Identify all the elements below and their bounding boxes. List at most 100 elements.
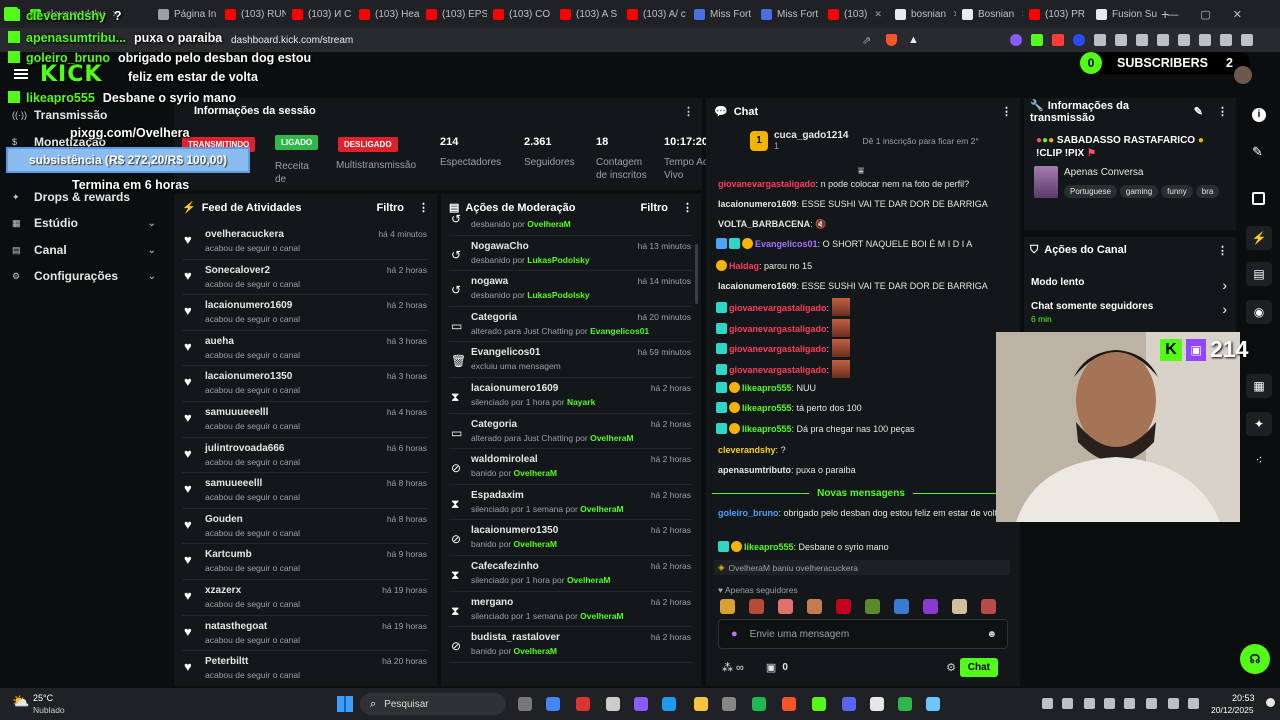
chat-username[interactable]: lacaionumero1609 <box>718 281 797 291</box>
taskbar-app-icon[interactable] <box>898 697 912 711</box>
chat-message[interactable]: giovanevargastaligado: <box>716 360 1010 378</box>
chat-message[interactable]: Evangelicos01: O SHORT NAQUELE BOI É M I… <box>716 238 1010 250</box>
rail-bolt-icon[interactable]: ⚡ <box>1246 226 1272 250</box>
list-item[interactable]: ♥ Peterbiltt acabou de seguir o canal há 20… <box>174 651 437 686</box>
tag-pill[interactable]: funny <box>1161 185 1193 198</box>
moderation-row[interactable]: ⧗ mergano silenciado por 1 semana por Ovel… <box>441 592 701 628</box>
browser-tab[interactable]: Fusion Su✕ <box>1090 0 1157 28</box>
list-item[interactable]: ♥ samuuueeelll acabou de seguir o canal há … <box>174 402 437 438</box>
chat-username[interactable]: giovanevargastaligado <box>729 365 827 375</box>
browser-tab[interactable]: Miss Fort✕ <box>688 0 755 28</box>
list-item[interactable]: ♥ aueha acabou de seguir o canal há 3 horas <box>174 331 437 367</box>
list-item[interactable]: ♥ lacaionumero1350 acabou de seguir o cana… <box>174 366 437 402</box>
taskbar-app-icon[interactable] <box>752 697 766 711</box>
chat-username[interactable]: lacaionumero1609 <box>718 199 797 209</box>
tray-icon[interactable] <box>1042 698 1053 709</box>
channel-action-item[interactable]: Chat somente seguidores 6 min › <box>1031 301 1227 324</box>
moderation-row[interactable]: ▭ Categoria alterado para Just Chatting po… <box>441 414 701 450</box>
chat-message[interactable]: likeapro555: Desbane o syrio mano <box>718 541 1010 553</box>
more-icon[interactable]: ⋮ <box>1001 105 1012 118</box>
list-item[interactable]: ♥ lacaionumero1609 acabou de seguir o cana… <box>174 295 437 331</box>
tag-pill[interactable]: gaming <box>1119 185 1159 198</box>
browser-tab[interactable]: (103) ✕ <box>822 0 889 28</box>
list-item[interactable]: ♥ natasthegoat acabou de seguir o canal há … <box>174 616 437 652</box>
rail-tool-icon[interactable]: ✦ <box>1246 412 1272 436</box>
chat-settings-icon[interactable]: ⚙ <box>946 661 956 674</box>
chat-message[interactable]: giovanevargastaligado: <box>716 339 1010 357</box>
list-item[interactable]: ♥ Kartcumb acabou de seguir o canal há 9 ho… <box>174 544 437 580</box>
list-item[interactable]: ♥ ovelheracuckera acabou de seguir o canal… <box>174 224 437 260</box>
moderation-row[interactable]: ⧗ Espadaxim silenciado por 1 semana por Ov… <box>441 485 701 521</box>
tray-icon[interactable] <box>1062 698 1073 709</box>
browser-tab[interactable]: Bosnian✕ <box>956 0 1023 28</box>
chat-message[interactable]: likeapro555: NUU <box>716 382 1010 394</box>
taskbar-app-icon[interactable] <box>842 697 856 711</box>
tag-pill[interactable]: bra <box>1195 185 1220 198</box>
chat-message[interactable]: VOLTA_BARBACENA: 🔇 <box>718 218 1010 230</box>
moderation-row[interactable]: ⊘ waldomiroleal banido por OvelheraM há 2 h… <box>441 449 701 485</box>
taskbar-app-icon[interactable] <box>634 697 648 711</box>
window-controls[interactable]: —▢✕ <box>1167 8 1264 21</box>
support-button[interactable]: ☊ <box>1240 644 1270 674</box>
browser-tab[interactable]: (103) EPS✕ <box>420 0 487 28</box>
chat-message[interactable]: likeapro555: Dá pra chegar nas 100 peças <box>716 423 1010 435</box>
tray-icon[interactable] <box>1084 698 1095 709</box>
scrollbar[interactable] <box>695 244 698 304</box>
taskbar-search[interactable]: ⌕ Pesquisar <box>360 693 506 715</box>
taskbar-app-icon[interactable] <box>722 697 736 711</box>
more-icon[interactable]: ⋮ <box>418 202 429 214</box>
chat-username[interactable]: giovanevargastaligado <box>729 303 827 313</box>
tray-icon[interactable] <box>1146 698 1157 709</box>
category-name[interactable]: Apenas Conversa <box>1064 167 1144 178</box>
emote-button[interactable] <box>807 599 822 614</box>
chat-message[interactable]: giovanevargastaligado: <box>716 298 1010 316</box>
brave-shield-icon[interactable] <box>886 34 897 46</box>
moderation-row[interactable]: ↺ desbanido por OvelheraM <box>441 200 701 236</box>
more-icon[interactable]: ⋮ <box>683 105 694 118</box>
tray-icon[interactable] <box>1168 698 1179 709</box>
tray-icon[interactable] <box>1104 698 1115 709</box>
browser-tab[interactable]: (103) Hea✕ <box>353 0 420 28</box>
emote-button[interactable] <box>952 599 967 614</box>
sidebar-item-4[interactable]: ▤ Canal ⌄ <box>0 241 170 259</box>
emote-button[interactable] <box>778 599 793 614</box>
moderation-row[interactable]: 🗑 Evangelicos01 excluiu uma mensagem há 59… <box>441 342 701 378</box>
moderation-row[interactable]: ↺ nogawa desbanido por LukasPodolsky há 14 … <box>441 271 701 307</box>
new-messages-divider[interactable]: Novas mensagens <box>712 487 1011 499</box>
taskbar-app-icon[interactable] <box>870 697 884 711</box>
chat-message[interactable]: lacaionumero1609: ESSE SUSHI VAI TE DAR … <box>718 198 1010 210</box>
taskbar-app-icon[interactable] <box>694 697 708 711</box>
emoji-icon[interactable]: ☻ <box>986 629 997 640</box>
chat-message[interactable]: apenasumtributo: puxa o paraiba <box>718 464 1010 476</box>
moderation-row[interactable]: ▭ Categoria alterado para Just Chatting po… <box>441 307 701 343</box>
moderation-row[interactable]: ⧗ lacaionumero1609 silenciado por 1 hora p… <box>441 378 701 414</box>
chat-username[interactable]: goleiro_bruno <box>718 508 779 518</box>
windows-start-icon[interactable] <box>337 696 353 712</box>
chat-username[interactable]: apenasumtributo <box>718 465 791 475</box>
chat-username[interactable]: giovanevargastaligado <box>729 324 827 334</box>
chat-username[interactable]: VOLTA_BARBACENA <box>718 219 810 229</box>
chat-input[interactable]: ● Envie uma mensagem ☻ <box>718 619 1008 649</box>
chat-username[interactable]: Evangelicos01 <box>755 239 818 249</box>
moderation-row[interactable]: ↺ NogawaCho desbanido por LukasPodolsky há … <box>441 236 701 272</box>
notification-icon[interactable] <box>1266 698 1275 707</box>
rail-grid-icon[interactable]: ▦ <box>1246 374 1272 398</box>
emote-button[interactable] <box>923 599 938 614</box>
chat-message[interactable]: giovanevargastaligado: n pode colocar ne… <box>718 178 1010 190</box>
emote-button[interactable] <box>894 599 909 614</box>
taskbar-app-icon[interactable] <box>812 697 826 711</box>
edit-icon[interactable]: ✎ <box>1194 106 1203 118</box>
pinned-gifter[interactable]: 1 cuca_gado1214 1 Dê 1 inscrição para fi… <box>750 130 979 151</box>
rail-chat-icon[interactable]: ◉ <box>1246 300 1272 324</box>
pin-icon[interactable]: ⩸ <box>858 166 864 177</box>
browser-tab[interactable]: Miss Fort✕ <box>755 0 822 28</box>
chat-message[interactable]: goleiro_bruno: obrigado pelo desban dog … <box>718 507 1010 519</box>
more-icon[interactable]: ⋮ <box>1217 244 1228 257</box>
browser-tab[interactable]: (103) PR✕ <box>1023 0 1090 28</box>
category-thumbnail[interactable] <box>1034 166 1058 198</box>
activity-filter-button[interactable]: Filtro <box>377 202 405 214</box>
browser-tab[interactable]: bosnian✕ <box>889 0 956 28</box>
taskbar-app-icon[interactable] <box>662 697 676 711</box>
close-icon[interactable]: ✕ <box>874 9 882 20</box>
emote-button[interactable] <box>865 599 880 614</box>
